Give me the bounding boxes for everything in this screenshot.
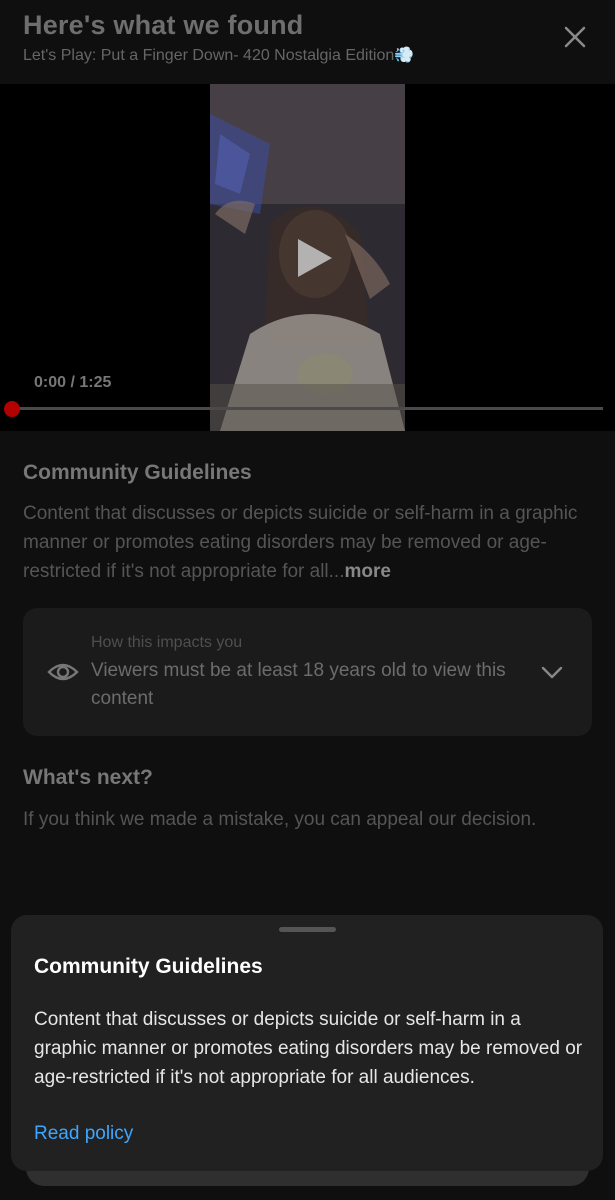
guidelines-body: Content that discusses or depicts suicid… <box>23 503 578 582</box>
close-icon[interactable] <box>560 22 590 52</box>
impact-label: How this impacts you <box>91 634 243 651</box>
guidelines-text: Content that discusses or depicts suicid… <box>23 499 593 586</box>
bottom-sheet: Community Guidelines Content that discus… <box>11 915 603 1171</box>
more-link[interactable]: more <box>345 561 391 582</box>
impact-card[interactable]: How this impacts you Viewers must be at … <box>23 608 592 736</box>
time-display: 0:00 / 1:25 <box>34 374 112 391</box>
page-title: Here's what we found <box>23 10 304 40</box>
sheet-title: Community Guidelines <box>34 955 263 978</box>
chevron-down-icon[interactable] <box>538 660 566 684</box>
whats-next-heading: What's next? <box>23 766 153 789</box>
impact-text: Viewers must be at least 18 years old to… <box>91 660 506 709</box>
sheet-drag-handle[interactable] <box>279 927 336 932</box>
whats-next-text: If you think we made a mistake, you can … <box>23 809 537 830</box>
scrubber-handle[interactable] <box>4 401 20 417</box>
read-policy-link[interactable]: Read policy <box>34 1123 133 1145</box>
header: Here's what we found Let's Play: Put a F… <box>0 0 615 84</box>
play-icon[interactable] <box>290 234 338 282</box>
sheet-text: Content that discusses or depicts suicid… <box>34 1009 583 1088</box>
eye-icon <box>47 663 79 681</box>
guidelines-heading: Community Guidelines <box>23 461 252 484</box>
progress-bar[interactable] <box>12 407 603 410</box>
video-title: Let's Play: Put a Finger Down- 420 Nosta… <box>23 47 415 64</box>
video-player[interactable]: 0:00 / 1:25 <box>0 84 615 431</box>
